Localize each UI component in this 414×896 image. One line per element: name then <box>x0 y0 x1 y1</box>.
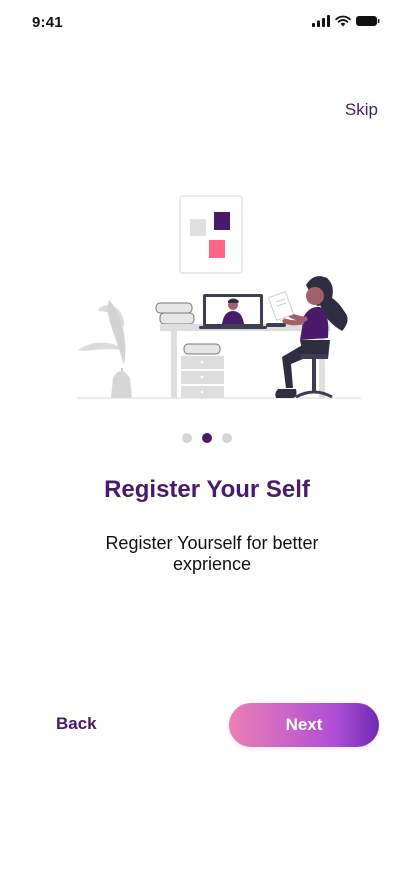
onboarding-title: Register Your Self <box>104 476 310 503</box>
battery-icon <box>356 16 380 26</box>
page-dot-3[interactable] <box>222 433 232 443</box>
status-time: 9:41 <box>32 14 63 31</box>
status-icons <box>312 15 380 27</box>
wall-frame-illustration <box>179 195 243 274</box>
back-button[interactable]: Back <box>56 714 97 734</box>
person-illustration <box>268 276 348 398</box>
workspace-illustration <box>77 195 361 399</box>
page-dot-2-active[interactable] <box>202 433 212 443</box>
skip-button[interactable]: Skip <box>345 100 378 120</box>
page-dot-1[interactable] <box>182 433 192 443</box>
plant-illustration <box>78 300 132 398</box>
page-indicator <box>0 433 414 443</box>
next-button[interactable]: Next <box>229 703 379 747</box>
cellular-signal-icon <box>312 15 330 27</box>
chair-illustration <box>295 354 333 399</box>
books-illustration <box>155 302 195 325</box>
wifi-icon <box>335 15 351 27</box>
status-bar: 9:41 <box>0 0 414 46</box>
onboarding-subtitle: Register Yourself for better exprience <box>105 533 319 574</box>
